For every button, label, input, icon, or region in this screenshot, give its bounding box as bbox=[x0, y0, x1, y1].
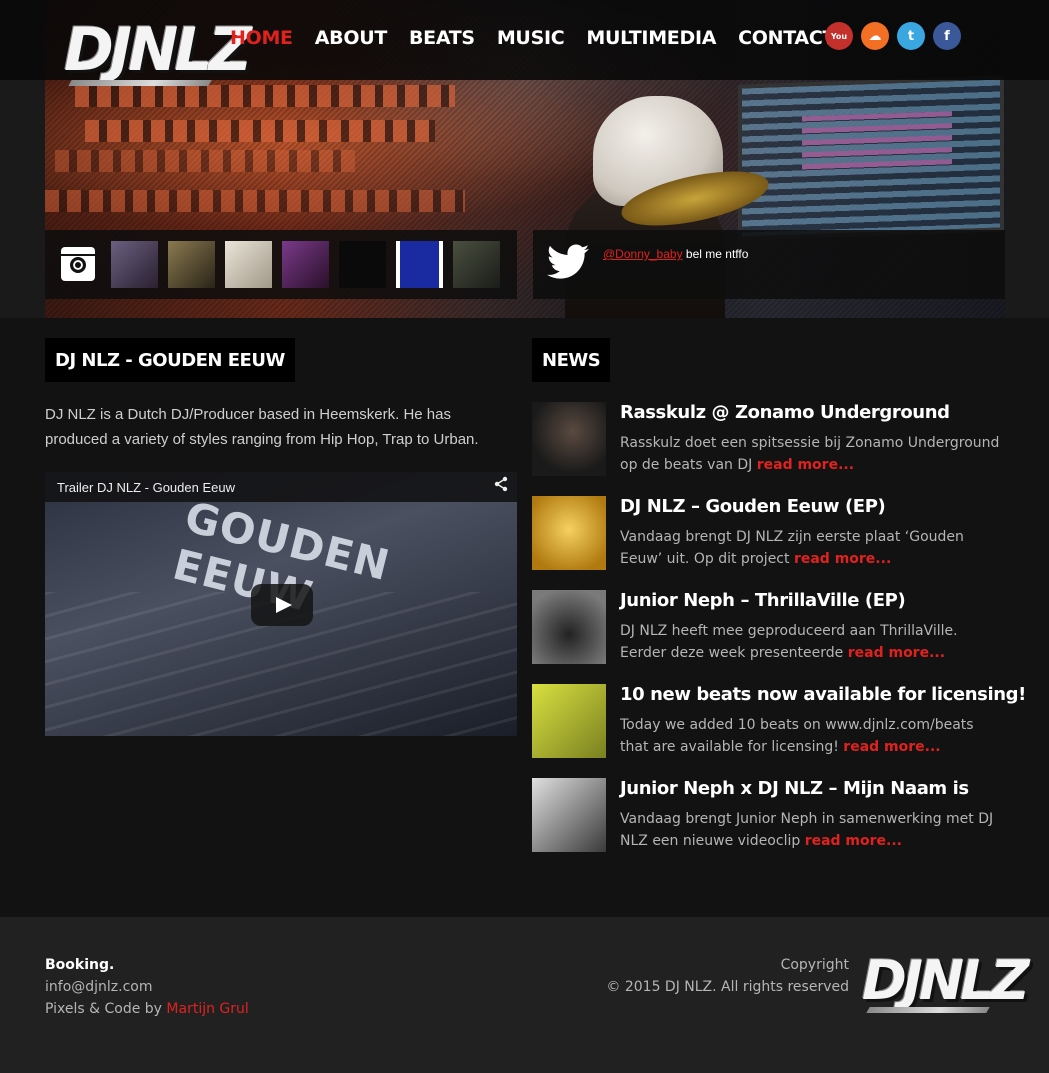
feature-title: DJ NLZ - GOUDEN EEUW bbox=[45, 338, 295, 382]
video-title[interactable]: Trailer DJ NLZ - Gouden Eeuw bbox=[57, 480, 235, 495]
site-header: DJNLZ HOME ABOUT BEATS MUSIC MULTIMEDIA … bbox=[0, 0, 1049, 86]
news-thumb[interactable] bbox=[532, 496, 606, 570]
instagram-thumb-1[interactable] bbox=[111, 241, 158, 288]
news-item-excerpt: Vandaag brengt Junior Neph in samenwerki… bbox=[620, 811, 994, 849]
news-item-title[interactable]: 10 new beats now available for licensing… bbox=[620, 684, 1026, 705]
instagram-thumb-2[interactable] bbox=[168, 241, 215, 288]
news-thumb[interactable] bbox=[532, 778, 606, 852]
read-more-link[interactable]: read more... bbox=[757, 457, 854, 473]
news-item-title[interactable]: Junior Neph – ThrillaVille (EP) bbox=[620, 590, 906, 611]
instagram-thumb-3[interactable] bbox=[225, 241, 272, 288]
news-item-excerpt: DJ NLZ heeft mee geproduceerd aan Thrill… bbox=[620, 623, 958, 661]
copyright-label: Copyright bbox=[780, 957, 849, 973]
news-item[interactable]: 10 new beats now available for licensing… bbox=[532, 684, 1026, 760]
news-item[interactable]: Rasskulz @ Zonamo Underground Rasskulz d… bbox=[532, 402, 1007, 478]
twitter-bird-icon bbox=[547, 244, 589, 289]
play-button[interactable] bbox=[251, 584, 313, 626]
booking-email[interactable]: info@djnlz.com bbox=[45, 976, 249, 998]
tweet-text: @Donny_baby bel me ntffo bbox=[603, 247, 748, 261]
news-item-excerpt: Rasskulz doet een spitsessie bij Zonamo … bbox=[620, 435, 1000, 473]
site-footer: Booking. info@djnlz.com Pixels & Code by… bbox=[0, 917, 1049, 1073]
soundcloud-icon[interactable]: ☁ bbox=[861, 22, 889, 50]
facebook-icon[interactable]: f bbox=[933, 22, 961, 50]
tweet-handle[interactable]: @Donny_baby bbox=[603, 247, 683, 261]
news-item-title[interactable]: Junior Neph x DJ NLZ – Mijn Naam is bbox=[620, 778, 969, 799]
main-nav: HOME ABOUT BEATS MUSIC MULTIMEDIA CONTAC… bbox=[230, 27, 857, 53]
footer-credit: Pixels & Code by Martijn Grul bbox=[45, 1001, 249, 1017]
footer-copyright: Copyright © 2015 DJ NLZ. All rights rese… bbox=[606, 954, 849, 998]
read-more-link[interactable]: read more... bbox=[843, 739, 940, 755]
youtube-icon[interactable]: You bbox=[825, 22, 853, 50]
news-item-excerpt: Today we added 10 beats on www.djnlz.com… bbox=[620, 717, 974, 755]
tweet-body: bel me ntffo bbox=[685, 247, 749, 261]
nav-multimedia[interactable]: MULTIMEDIA bbox=[586, 27, 716, 53]
nav-music[interactable]: MUSIC bbox=[497, 27, 565, 53]
nav-about[interactable]: ABOUT bbox=[315, 27, 388, 53]
nav-home[interactable]: HOME bbox=[230, 27, 293, 53]
news-item[interactable]: Junior Neph – ThrillaVille (EP) DJ NLZ h… bbox=[532, 590, 1007, 666]
news-item-title[interactable]: DJ NLZ – Gouden Eeuw (EP) bbox=[620, 496, 886, 517]
instagram-icon[interactable] bbox=[61, 247, 95, 281]
read-more-link[interactable]: read more... bbox=[848, 645, 945, 661]
instagram-thumb-4[interactable] bbox=[282, 241, 329, 288]
booking-label: Booking. bbox=[45, 957, 115, 973]
footer-contact: Booking. info@djnlz.com Pixels & Code by… bbox=[45, 954, 249, 1020]
news-item-title[interactable]: Rasskulz @ Zonamo Underground bbox=[620, 402, 950, 423]
news-item[interactable]: DJ NLZ – Gouden Eeuw (EP) Vandaag brengt… bbox=[532, 496, 1007, 572]
feature-intro: DJ NLZ is a Dutch DJ/Producer based in H… bbox=[45, 406, 479, 448]
site-logo[interactable]: DJNLZ bbox=[64, 18, 252, 94]
twitter-icon[interactable]: t bbox=[897, 22, 925, 50]
video-player[interactable]: GOUDEN EEUW Trailer DJ NLZ - Gouden Eeuw bbox=[45, 472, 517, 736]
instagram-thumb-6[interactable] bbox=[396, 241, 443, 288]
news-thumb[interactable] bbox=[532, 402, 606, 476]
read-more-link[interactable]: read more... bbox=[794, 551, 891, 567]
instagram-thumb-7[interactable] bbox=[453, 241, 500, 288]
social-links: You ☁ t f bbox=[825, 22, 961, 50]
copyright-text: © 2015 DJ NLZ. All rights reserved bbox=[606, 979, 849, 995]
video-title-bar: Trailer DJ NLZ - Gouden Eeuw bbox=[45, 472, 517, 502]
news-item[interactable]: Junior Neph x DJ NLZ – Mijn Naam is Vand… bbox=[532, 778, 1007, 854]
instagram-feed bbox=[45, 230, 517, 299]
nav-contact[interactable]: CONTACT bbox=[738, 27, 835, 53]
nav-beats[interactable]: BEATS bbox=[409, 27, 475, 53]
news-title: NEWS bbox=[532, 338, 611, 382]
news-thumb[interactable] bbox=[532, 590, 606, 664]
latest-tweet: @Donny_baby bel me ntffo bbox=[533, 230, 1005, 299]
instagram-thumb-5[interactable] bbox=[339, 241, 386, 288]
credit-link[interactable]: Martijn Grul bbox=[166, 1001, 248, 1017]
share-icon[interactable] bbox=[493, 476, 509, 497]
footer-logo[interactable]: DJNLZ bbox=[862, 949, 1030, 1029]
news-item-excerpt: Vandaag brengt DJ NLZ zijn eerste plaat … bbox=[620, 529, 964, 567]
read-more-link[interactable]: read more... bbox=[805, 833, 902, 849]
news-thumb[interactable] bbox=[532, 684, 606, 758]
